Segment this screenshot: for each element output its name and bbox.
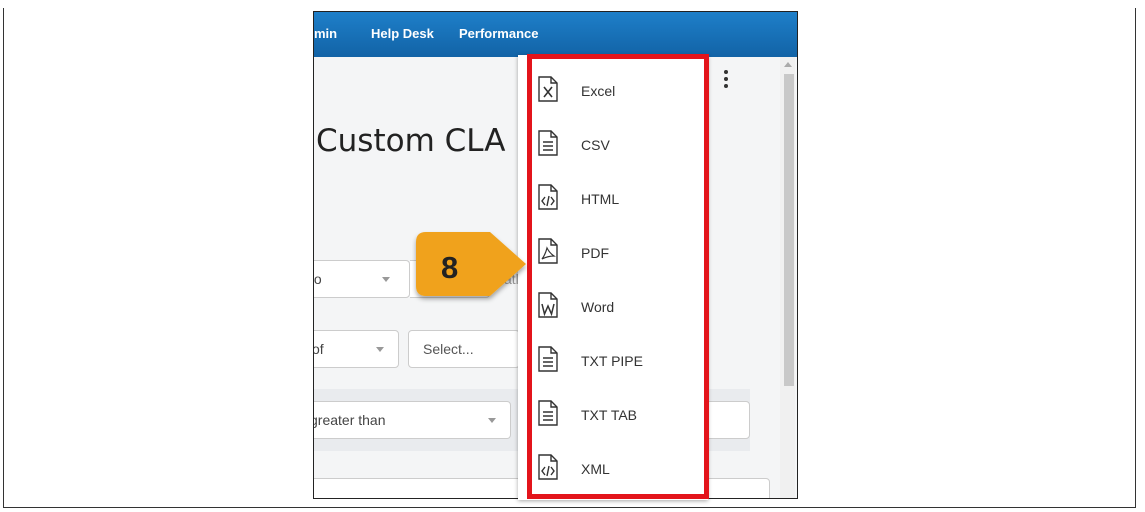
excel-file-icon — [538, 76, 558, 102]
pdf-file-icon — [538, 238, 558, 264]
scrollbar-thumb[interactable] — [784, 74, 794, 386]
text-file-icon — [538, 400, 558, 426]
more-options-icon[interactable] — [724, 70, 728, 91]
filter-select-row2-value-picker[interactable]: Select... — [408, 330, 520, 368]
top-navbar: min Help Desk Performance — [314, 12, 797, 57]
chevron-down-icon — [382, 277, 390, 282]
export-menu: Excel CSV HTML PDF Word TXT PIPE TXT TAB… — [518, 55, 708, 500]
export-txt-pipe-item[interactable]: TXT PIPE — [518, 333, 708, 385]
text-file-icon — [538, 346, 558, 372]
export-txt-tab-item[interactable]: TXT TAB — [518, 387, 708, 439]
menu-label-html: HTML — [581, 191, 620, 207]
export-csv-item[interactable]: CSV — [518, 117, 708, 169]
filter-select-row1[interactable]: to — [313, 260, 410, 298]
menu-label-excel: Excel — [581, 83, 616, 99]
filter-select-row3-value: greater than — [313, 412, 386, 428]
step-number: 8 — [441, 250, 459, 285]
filter-select-row3[interactable]: greater than — [313, 401, 511, 439]
csv-file-icon — [538, 130, 558, 156]
menu-label-csv: CSV — [581, 137, 610, 153]
export-xml-item[interactable]: XML — [518, 441, 708, 493]
filter-select-row2[interactable]: of — [313, 330, 399, 368]
export-excel-item[interactable]: Excel — [518, 63, 708, 115]
menu-label-word: Word — [581, 299, 615, 315]
html-file-icon — [538, 184, 558, 210]
menu-label-txt-tab: TXT TAB — [581, 407, 638, 423]
filter-select-row1-value: to — [313, 271, 322, 287]
nav-admin[interactable]: min — [314, 26, 337, 41]
scroll-up-icon[interactable] — [784, 62, 792, 67]
word-file-icon — [538, 292, 558, 318]
menu-label-txt-pipe: TXT PIPE — [581, 353, 643, 369]
nav-performance[interactable]: Performance — [459, 26, 538, 41]
chevron-down-icon — [488, 418, 496, 423]
chevron-down-icon — [376, 347, 384, 352]
export-html-item[interactable]: HTML — [518, 171, 708, 223]
page-title: Custom CLA — [316, 123, 506, 159]
step-callout-marker — [416, 232, 526, 296]
menu-label-pdf: PDF — [581, 245, 609, 261]
xml-file-icon — [538, 454, 558, 480]
export-word-item[interactable]: Word — [518, 279, 708, 331]
filter-select-placeholder: Select... — [423, 341, 474, 357]
filter-select-row2-value: of — [313, 341, 324, 357]
filter-input-row3[interactable] — [704, 401, 750, 439]
nav-help-desk[interactable]: Help Desk — [371, 26, 434, 41]
menu-label-xml: XML — [581, 461, 610, 477]
export-pdf-item[interactable]: PDF — [518, 225, 708, 277]
